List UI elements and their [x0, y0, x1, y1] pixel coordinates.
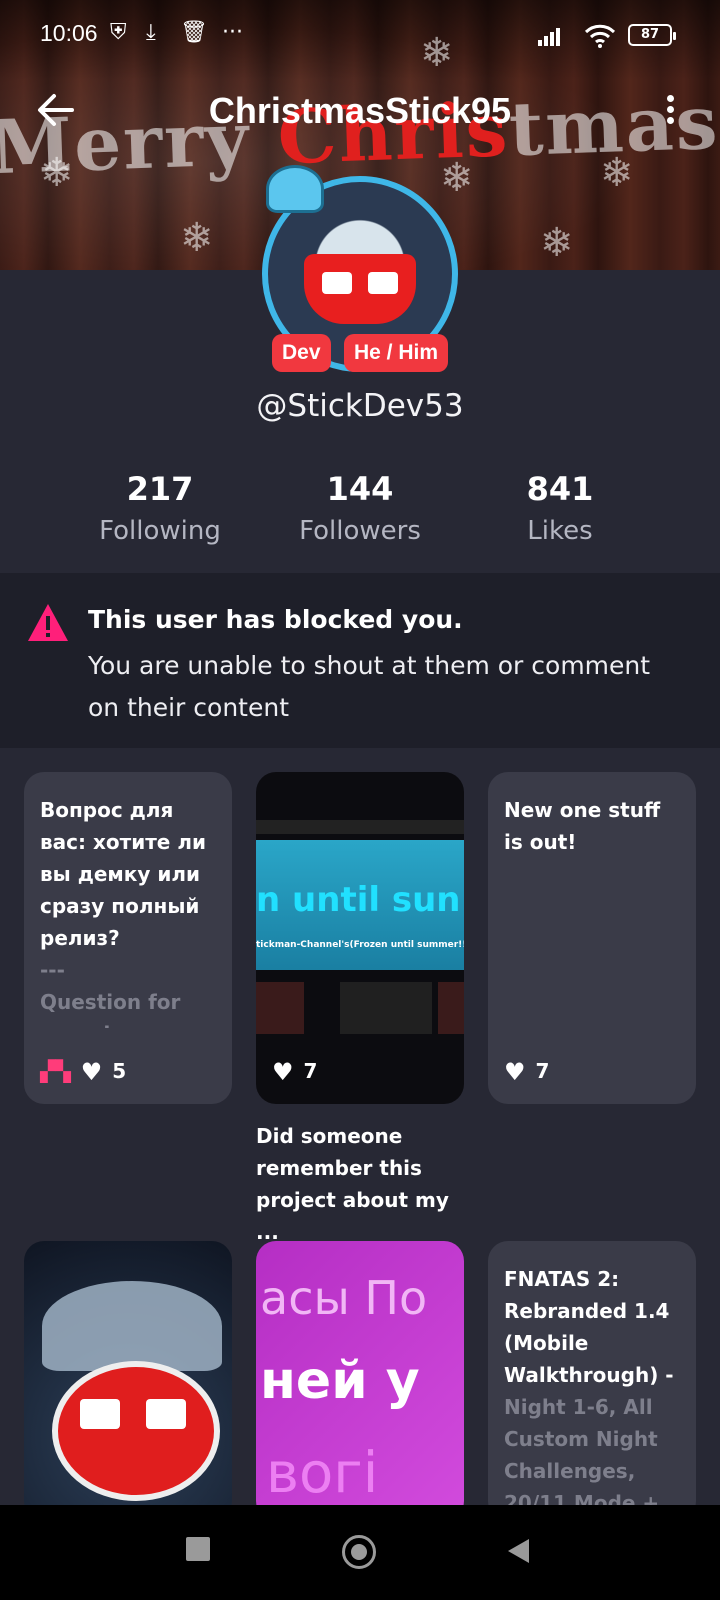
user-handle: @StickDev53 [256, 388, 464, 424]
stat-likes-label: Likes [527, 516, 593, 546]
tag-dev: Dev [272, 334, 331, 372]
post-card[interactable]: FNATAS 2: Rebranded 1.4 (Mobile Walkthro… [488, 1241, 696, 1521]
post-card[interactable]: New one stuff is out! ♥ 7 [488, 772, 696, 1104]
wifi-icon [584, 24, 616, 48]
post-card[interactable]: n until sun tickman-Channel's(Frozen unt… [256, 772, 464, 1104]
stat-following-label: Following [99, 516, 221, 546]
post-text: FNATAS 2: Rebranded 1.4 (Mobile Walkthro… [504, 1267, 674, 1515]
stat-followers-label: Followers [299, 516, 421, 546]
post-card-image[interactable] [24, 1241, 232, 1521]
thumb-toolbar [256, 820, 464, 834]
blocked-notice: This user has blocked you. You are unabl… [0, 573, 720, 748]
poll-icon: ▞▚ [40, 1059, 71, 1083]
status-time: 10:06 [40, 20, 98, 46]
post-card[interactable]: Вопрос для вас: хотите ли вы демку или с… [24, 772, 232, 1104]
thumb-banner: n until sun tickman-Channel's(Frozen unt… [256, 840, 464, 970]
post-likes[interactable]: ♥ 7 [504, 1058, 549, 1086]
back-button[interactable] [505, 1537, 531, 1565]
shield-icon: ⛨ [110, 20, 127, 45]
more-dots-icon: ··· [222, 20, 243, 45]
signal-icon [538, 28, 560, 46]
battery-icon: 87 [628, 24, 676, 46]
stat-followers[interactable]: 144 Followers [260, 470, 460, 546]
heart-icon: ♥ [80, 1058, 103, 1086]
heart-icon: ♥ [272, 1058, 294, 1086]
recents-button[interactable] [186, 1537, 210, 1561]
post-likes[interactable]: ▞▚ ♥ 5 [40, 1058, 126, 1086]
status-bar: 10:06 ⛨ ⤓ 🗑 ··· 87 [0, 0, 720, 70]
blocked-title: This user has blocked you. [88, 605, 463, 634]
stat-followers-value: 144 [326, 470, 394, 508]
download-icon: ⤓ [146, 20, 156, 45]
snowflake-icon: ❄ [540, 220, 574, 266]
stat-likes-value: 841 [526, 470, 594, 508]
avatar-face [304, 254, 416, 324]
home-button[interactable] [342, 1535, 376, 1569]
trash-icon: 🗑 [180, 20, 208, 45]
warning-icon [28, 604, 68, 641]
tag-pronouns: He / Him [344, 334, 449, 372]
post-text: New one stuff is out! [504, 798, 661, 854]
stat-following[interactable]: 217 Following [60, 470, 260, 546]
avatar-frame-badge-icon [266, 165, 324, 213]
blocked-message: You are unable to shout at them or comme… [88, 651, 651, 722]
post-caption: Did someone remember this project about … [256, 1124, 449, 1244]
post-card-image[interactable]: асы По ней у вогі [256, 1241, 464, 1521]
overflow-menu-icon[interactable] [660, 92, 680, 132]
profile-title: ChristmasStick95 [208, 90, 512, 131]
snowflake-icon: ❄ [180, 215, 214, 261]
stat-likes[interactable]: 841 Likes [460, 470, 660, 546]
heart-icon: ♥ [504, 1058, 526, 1086]
stat-following-value: 217 [126, 470, 194, 508]
post-text: Вопрос для вас: хотите ли вы демку или с… [40, 798, 206, 1028]
system-nav-bar [0, 1505, 720, 1600]
post-likes[interactable]: ♥ 7 [272, 1058, 317, 1086]
